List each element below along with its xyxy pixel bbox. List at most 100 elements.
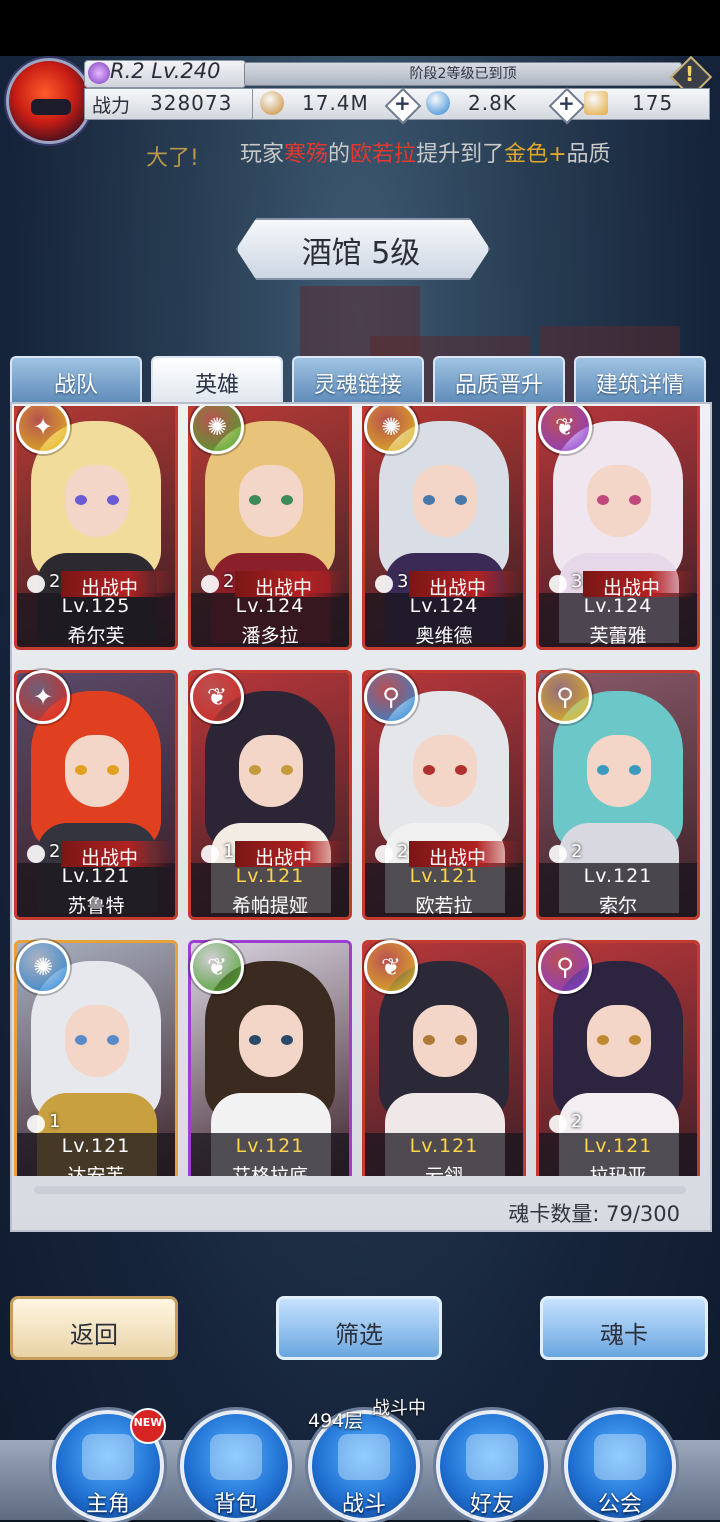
plus-icon: +: [558, 91, 575, 115]
hero-eye: [249, 1035, 261, 1045]
hero-eye: [597, 495, 609, 505]
soul-card-button-label: 魂卡: [600, 1321, 648, 1349]
gold-value: 17.4M: [302, 91, 369, 115]
element-mini-icon: [27, 845, 45, 863]
element-mini-icon: [375, 845, 393, 863]
element-glyph: ❦: [554, 413, 576, 441]
hero-name: 潘多拉: [241, 625, 299, 647]
nav-label: 背包: [213, 1492, 258, 1517]
deployed-label: 出战中: [255, 577, 313, 599]
hero-info-bar: Lv.124 芙蕾雅: [539, 593, 697, 647]
deployed-tag: 出战中: [583, 571, 695, 599]
element-glyph: ❦: [206, 683, 228, 711]
horizontal-scrollbar[interactable]: [34, 1186, 686, 1194]
announcement-marquee: 玩家寒殇的欧若拉提升到了金色+品质: [240, 136, 720, 170]
element-glyph: ⚲: [556, 953, 574, 981]
deployed-tag: 出战中: [409, 571, 521, 599]
blue-diamond-icon: [426, 91, 450, 115]
hero-name: 索尔: [598, 895, 637, 917]
awaken-count: 1: [49, 1111, 61, 1132]
nav-friends[interactable]: 好友: [436, 1410, 548, 1522]
crossed-swords-icon: [338, 1434, 390, 1480]
tower-floor: 494层: [308, 1410, 364, 1432]
deployed-label: 出战中: [81, 577, 139, 599]
ticket-value: 175: [632, 91, 674, 115]
filter-button[interactable]: 筛选: [276, 1296, 442, 1360]
staff-element-icon: ⚲: [538, 940, 592, 994]
deployed-tag: 出战中: [409, 841, 521, 869]
soul-card-button[interactable]: 魂卡: [540, 1296, 708, 1360]
gold-coin-icon: [260, 91, 284, 115]
awaken-count: 1: [223, 841, 235, 862]
tab-team[interactable]: 战队: [10, 356, 142, 404]
element-glyph: ✺: [206, 413, 228, 441]
deployed-label: 出战中: [255, 847, 313, 869]
hero-name: 希帕提娅: [231, 895, 308, 917]
marquee-text: 的: [328, 142, 351, 167]
hero-eye: [281, 495, 293, 505]
hero-level: Lv.121: [583, 1135, 653, 1157]
tab-quality-promotion[interactable]: 品质晋升: [433, 356, 565, 404]
tab-building-details[interactable]: 建筑详情: [574, 356, 706, 404]
stage-progress-bar: 阶段2等级已到顶: [244, 62, 682, 86]
tab-label: 建筑详情: [595, 373, 684, 398]
nav-label: 公会: [597, 1492, 642, 1517]
tab-label: 英雄: [194, 373, 239, 398]
hero-info-bar: Lv.121 艾格拉底: [191, 1133, 349, 1176]
power-label: 战力: [92, 95, 131, 117]
nav-guild[interactable]: 公会: [564, 1410, 676, 1522]
tab-soul-link[interactable]: 灵魂链接: [292, 356, 424, 404]
hero-info-bar: Lv.121 索尔: [539, 863, 697, 917]
hero-eye: [281, 1035, 293, 1045]
hero-info-bar: Lv.121 欧若拉: [365, 863, 523, 917]
awaken-count: 3: [571, 571, 583, 592]
wing-element-icon: ❦: [364, 940, 418, 994]
hero-info-bar: Lv.121 云翎: [365, 1133, 523, 1176]
backpack-icon: [210, 1434, 262, 1480]
tab-heroes[interactable]: 英雄: [151, 356, 283, 404]
nav-label: 主角: [85, 1492, 130, 1517]
deployed-tag: 出战中: [235, 571, 347, 599]
marquee-hero-name: 欧若拉: [350, 142, 417, 167]
hero-name: 拉玛亚: [589, 1165, 647, 1176]
plus-icon: +: [394, 91, 411, 115]
marquee-quality: 金色+: [504, 142, 567, 167]
hero-eye: [629, 495, 641, 505]
tab-label: 灵魂链接: [313, 373, 402, 398]
hero-level: Lv.121: [235, 1135, 305, 1157]
soul-card-count: 魂卡数量: 79/300: [508, 1202, 680, 1226]
hero-level: Lv.121: [61, 1135, 131, 1157]
deployed-label: 出战中: [81, 847, 139, 869]
hero-name: 艾格拉底: [231, 1165, 308, 1176]
hero-eye: [597, 1035, 609, 1045]
hero-eye: [249, 765, 261, 775]
hero-level: Lv.121: [583, 865, 653, 887]
element-mini-icon: [27, 1115, 45, 1133]
hero-info-bar: Lv.121 希帕提娅: [191, 863, 349, 917]
hero-grid[interactable]: Lv.125 希尔芙 出战中 2 ✦ Lv.124 潘多拉 出战中 2 ✺ Lv.124 奥维德 出战中…: [14, 406, 708, 1176]
tab-label: 战队: [53, 373, 98, 398]
hero-eye: [455, 1035, 467, 1045]
wing-element-icon: ❦: [190, 670, 244, 724]
marquee-text: 提升到了: [416, 142, 505, 167]
hero-eye: [423, 495, 435, 505]
hero-name: 芙蕾雅: [589, 625, 647, 647]
element-mini-icon: [375, 575, 393, 593]
power-value: 328073: [150, 91, 233, 115]
hero-info-bar: Lv.124 奥维德: [365, 593, 523, 647]
sword-element-icon: ✦: [16, 406, 70, 454]
nav-backpack[interactable]: 背包: [180, 1410, 292, 1522]
page-title: 酒馆 5级: [301, 236, 421, 271]
awaken-count: 2: [397, 841, 409, 862]
deployed-label: 出战中: [429, 847, 487, 869]
element-glyph: ✦: [32, 683, 54, 711]
alert-icon: !: [685, 62, 695, 86]
element-glyph: ✺: [32, 953, 54, 981]
hero-info-bar: Lv.121 拉玛亚: [539, 1133, 697, 1176]
diamond-value: 2.8K: [468, 91, 517, 115]
player-avatar[interactable]: [6, 58, 92, 144]
element-mini-icon: [201, 845, 219, 863]
tab-label: 品质晋升: [454, 373, 543, 398]
back-button[interactable]: 返回: [10, 1296, 178, 1360]
element-mini-icon: [201, 575, 219, 593]
